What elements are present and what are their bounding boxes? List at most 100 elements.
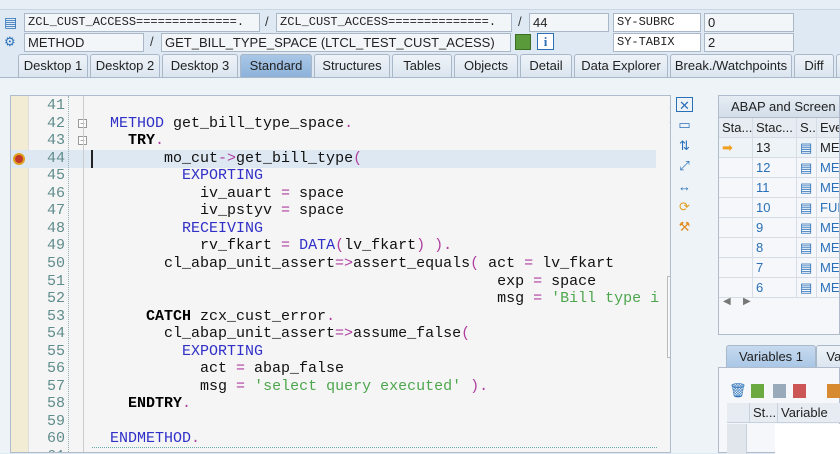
line-number: 42 xyxy=(46,114,65,132)
tab-structures[interactable]: Structures xyxy=(314,54,390,77)
program-field[interactable]: ZCL_CUST_ACCESS==============. xyxy=(24,13,260,32)
stack-event: MET xyxy=(817,258,839,278)
scroll-right-icon[interactable]: ▶ xyxy=(743,296,751,307)
stack-row[interactable]: 12▤MET xyxy=(719,158,839,178)
code-token: CATCH xyxy=(146,307,192,325)
stack-col-header[interactable]: Ever xyxy=(817,118,839,138)
code-line[interactable]: 46 iv_auart = space xyxy=(11,185,656,203)
breakpoint-icon[interactable] xyxy=(13,152,25,165)
row-selector[interactable] xyxy=(727,424,747,454)
tab-standard[interactable]: Standard xyxy=(240,54,312,77)
sysvar-name-2[interactable]: SY-TABIX xyxy=(613,33,701,52)
code-line[interactable]: 52 msg = 'Bill type i xyxy=(11,290,659,308)
new-tool-icon[interactable]: ▭ xyxy=(676,117,693,132)
code-line[interactable]: 45 EXPORTING xyxy=(11,167,656,185)
info-icon[interactable]: i xyxy=(537,33,554,50)
scroll-left-icon[interactable]: ◀ xyxy=(723,296,731,307)
stack-title: ABAP and Screen St xyxy=(719,96,839,118)
code-line[interactable]: 49 rv_fkart = DATA(lv_fkart) ). xyxy=(11,237,656,255)
insert-variable-icon[interactable] xyxy=(751,384,764,398)
stack-event: MET xyxy=(817,178,839,198)
stack-status-cell xyxy=(719,158,753,178)
code-line[interactable]: 44 mo_cut->get_bill_type( xyxy=(11,149,656,168)
tab-detail[interactable]: Detail xyxy=(520,54,572,77)
line-number-divider xyxy=(68,96,69,452)
separator: / xyxy=(150,34,154,49)
stack-row[interactable]: 8▤MET xyxy=(719,238,839,258)
code-line[interactable]: 57 msg = 'select query executed' ). xyxy=(11,378,656,396)
stack-row[interactable]: ➡13▤MET xyxy=(719,138,839,158)
sysvar-name-1[interactable]: SY-SUBRC xyxy=(613,13,701,32)
exchange-icon[interactable]: ⟳ xyxy=(676,199,693,214)
code-line[interactable]: 42 METHOD get_bill_type_space. − xyxy=(11,115,656,133)
code-token: = xyxy=(533,272,543,290)
close-tool-icon[interactable]: ✕ xyxy=(676,97,693,113)
desktop-tabs: Desktop 1 Desktop 2 Desktop 3 Standard Struc… xyxy=(0,54,840,78)
code-token: ). xyxy=(461,377,489,395)
code-line[interactable]: 60 ENDMETHOD. xyxy=(11,430,656,448)
include-field[interactable]: ZCL_CUST_ACCESS==============. xyxy=(276,13,512,32)
tab-data-explorer[interactable]: Data Explorer xyxy=(574,54,668,77)
scroll-thumb[interactable] xyxy=(667,276,670,358)
tab-tables[interactable]: Tables xyxy=(392,54,452,77)
stack-col-header[interactable]: Stac... xyxy=(753,118,797,138)
stack-row[interactable]: 9▤MET xyxy=(719,218,839,238)
stack-col-header[interactable]: S.. xyxy=(797,118,817,138)
services-icon[interactable]: ⚒ xyxy=(676,219,693,234)
tab-objects[interactable]: Objects xyxy=(454,54,518,77)
code-line[interactable]: 59 xyxy=(11,413,656,431)
line-number: 55 xyxy=(46,342,65,360)
tab-desktop-3[interactable]: Desktop 3 xyxy=(162,54,238,77)
copy-variable-icon[interactable] xyxy=(773,384,786,398)
scroll-down-icon[interactable]: ▼ xyxy=(668,120,670,129)
stack-event: MET xyxy=(817,238,839,258)
stack-row[interactable]: 7▤MET xyxy=(719,258,839,278)
stack-row[interactable]: 11▤MET xyxy=(719,178,839,198)
code-text: RECEIVING xyxy=(92,220,263,238)
scroll-up-icon[interactable]: ▲ xyxy=(668,102,670,111)
code-token: cl_abap_unit_assert xyxy=(92,254,336,272)
tab-desktop-1[interactable]: Desktop 1 xyxy=(18,54,88,77)
code-text: iv_pstyv = space xyxy=(92,202,344,220)
code-line[interactable]: 41 xyxy=(11,97,656,115)
tab-diff[interactable]: Diff xyxy=(794,54,834,77)
code-line[interactable]: 47 iv_pstyv = space xyxy=(11,202,656,220)
stack-row[interactable]: 10▤FUN xyxy=(719,198,839,218)
line-field[interactable]: 44 xyxy=(529,13,609,32)
code-token: zcx_cust_error xyxy=(191,307,327,325)
code-line[interactable]: 54 cl_abap_unit_assert=>assume_false( xyxy=(11,325,656,343)
delete-icon[interactable]: 🗑 xyxy=(729,382,747,399)
code-token: ENDMETHOD xyxy=(110,430,192,448)
event-type-field[interactable]: METHOD xyxy=(24,33,144,52)
maximize-icon[interactable]: ⤢ xyxy=(676,158,693,173)
event-field[interactable]: GET_BILL_TYPE_SPACE (LTCL_TEST_CUST_ACES… xyxy=(161,33,511,52)
code-line[interactable]: 43 TRY. − xyxy=(11,132,656,150)
code-line[interactable]: 55 EXPORTING xyxy=(11,343,656,361)
code-line[interactable]: 61 xyxy=(11,448,656,452)
variable-input-cell[interactable] xyxy=(775,424,840,454)
code-line[interactable]: 56 act = abap_false xyxy=(11,360,656,378)
code-line[interactable]: 53 CATCH zcx_cust_error. xyxy=(11,308,656,326)
stack-col-header[interactable]: Sta... xyxy=(719,118,753,138)
settings-icon[interactable] xyxy=(827,384,840,398)
navigate-source-icon[interactable] xyxy=(515,34,531,50)
code-line[interactable]: 48 RECEIVING xyxy=(11,220,656,238)
tab-desktop-2[interactable]: Desktop 2 xyxy=(90,54,160,77)
swap-tool-icon[interactable]: ⇅ xyxy=(676,138,693,153)
resize-width-icon[interactable]: ↔ xyxy=(676,179,693,194)
code-line[interactable]: 58 ENDTRY. xyxy=(11,395,656,413)
code-line[interactable]: 51 exp = space xyxy=(11,273,656,291)
editor-scrollbar[interactable]: ▲ ▼ xyxy=(666,96,670,452)
tab-variables-2[interactable]: Var xyxy=(816,345,840,368)
code-text: ENDMETHOD. xyxy=(92,430,200,448)
stack-row[interactable]: 6▤MET xyxy=(719,278,839,298)
source-code-editor[interactable]: 41 42 METHOD get_bill_type_space. −43 TRY.… xyxy=(10,95,671,453)
tab-break-watchpoints[interactable]: Break./Watchpoints xyxy=(670,54,792,77)
code-line[interactable]: 50 cl_abap_unit_assert=>assert_equals( a… xyxy=(11,255,656,273)
remove-variable-icon[interactable] xyxy=(793,384,806,398)
tab-variables-1[interactable]: Variables 1 xyxy=(726,345,816,368)
tab-s[interactable]: S xyxy=(836,54,840,77)
code-text: mo_cut->get_bill_type( xyxy=(92,150,362,168)
